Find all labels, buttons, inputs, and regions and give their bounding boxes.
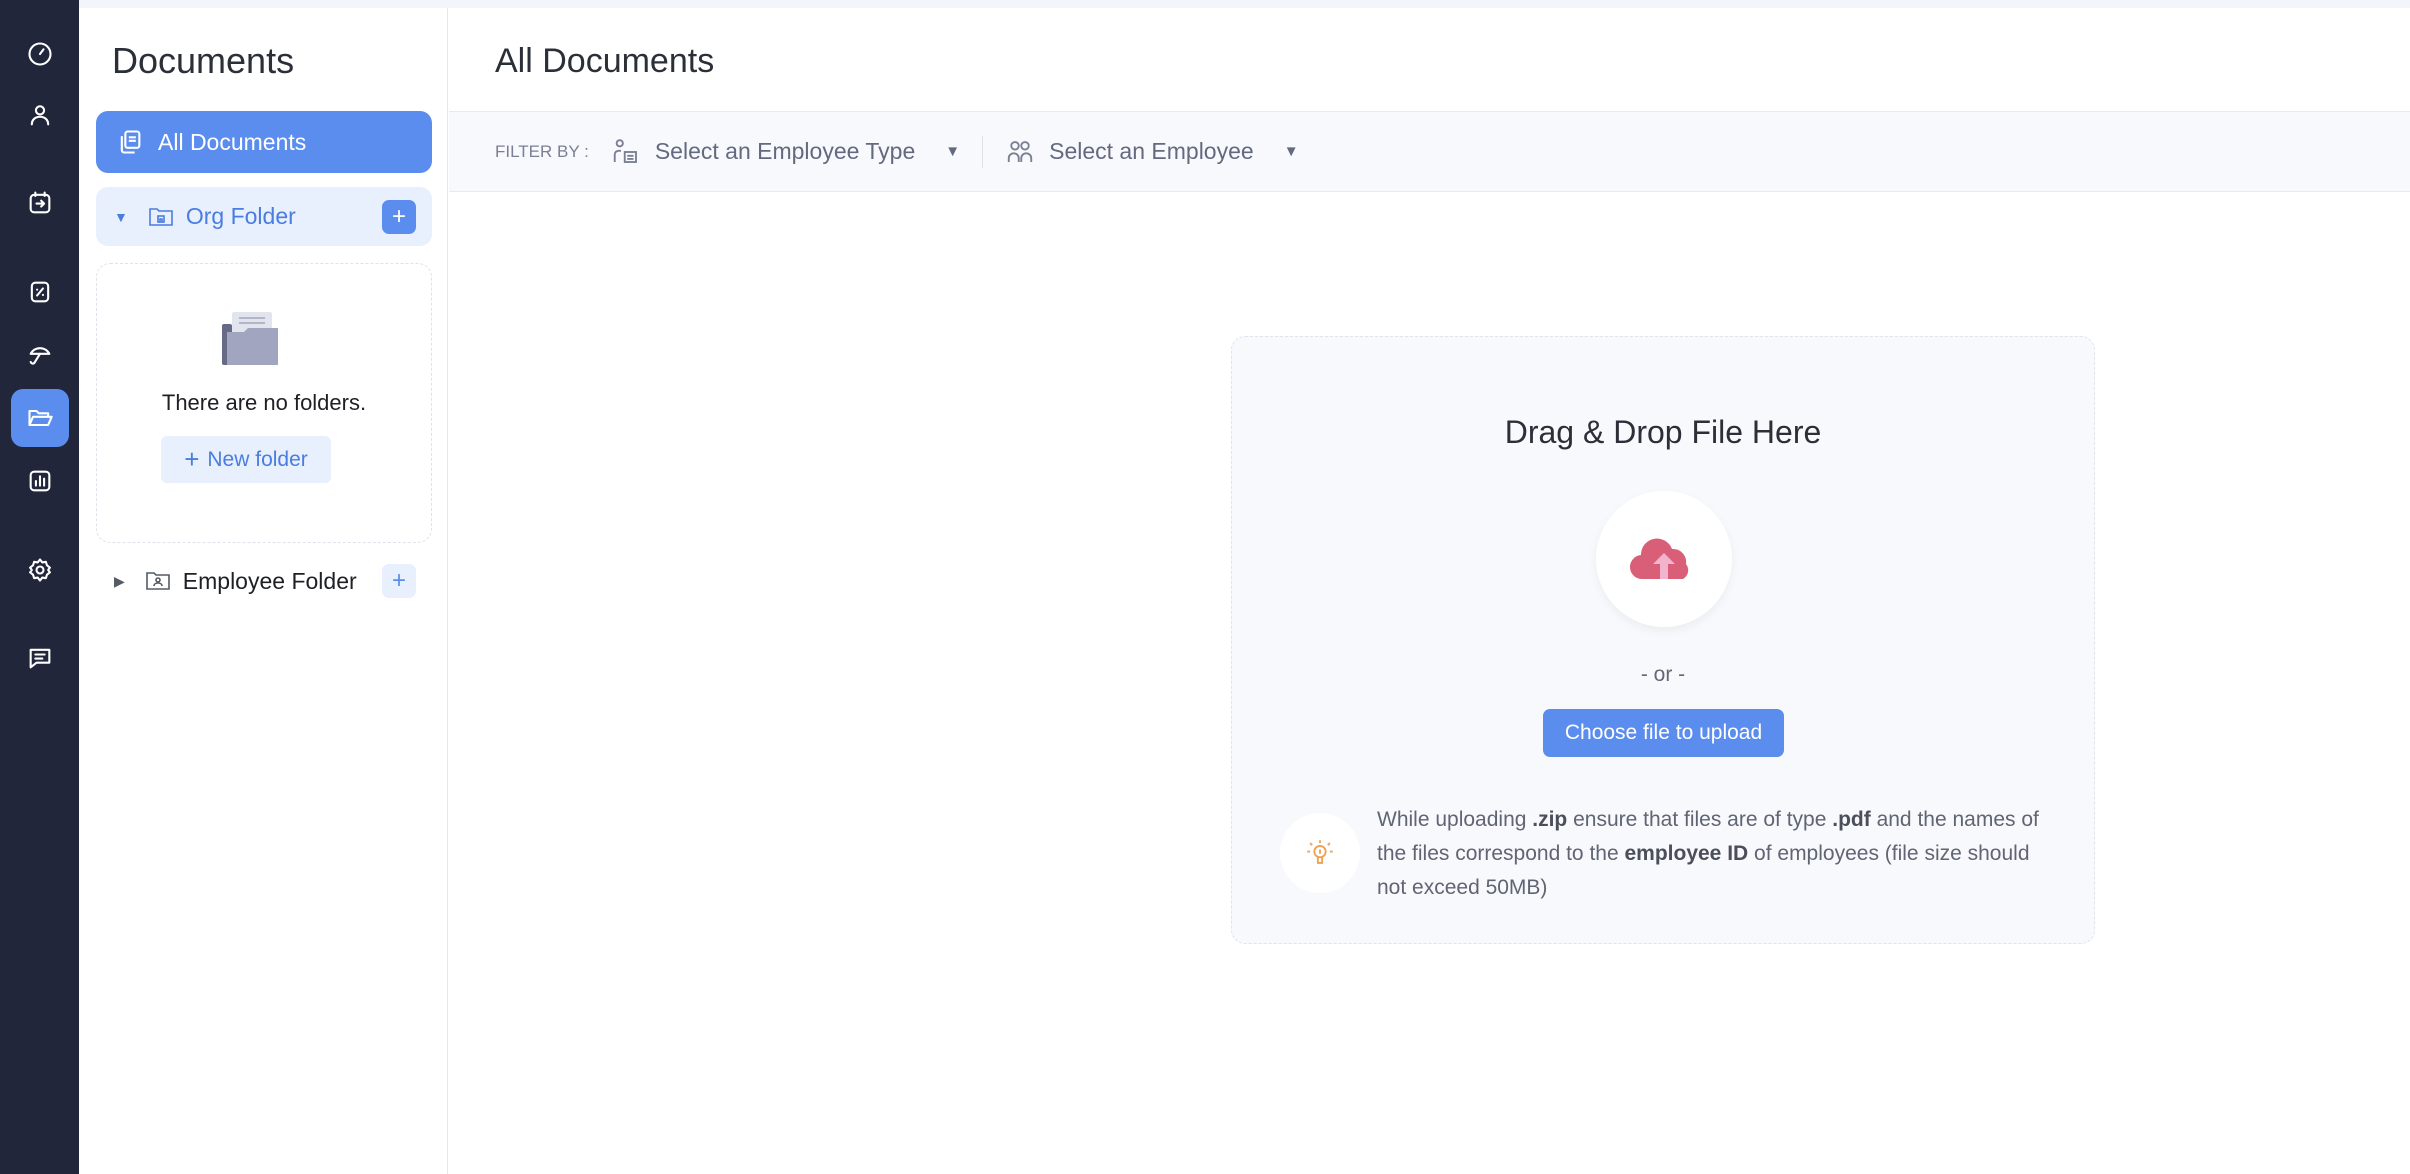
employee-placeholder: Select an Employee: [1049, 138, 1254, 164]
empty-message: There are no folders.: [161, 390, 367, 415]
upload-dropzone[interactable]: Drag & Drop File Here - or - Choose file…: [1231, 336, 2095, 944]
org-folder-label: Org Folder: [185, 203, 296, 229]
employee-folder-label: Employee Folder: [182, 567, 357, 594]
empty-folder-icon: [222, 312, 278, 365]
dropdown-arrow-icon: ▼: [945, 143, 961, 160]
add-employee-folder-button[interactable]: +: [382, 564, 416, 598]
user-icon: [30, 105, 50, 126]
nav-reports[interactable]: [11, 452, 69, 510]
lightbulb-icon: [1307, 840, 1333, 864]
folder-open-icon: [28, 409, 53, 427]
nav-messages[interactable]: [11, 629, 69, 687]
choose-file-button[interactable]: Choose file to upload: [1543, 709, 1784, 757]
employee-type-icon: [613, 138, 637, 163]
nav-leave[interactable]: [11, 326, 69, 384]
dropdown-arrow-icon: ▼: [1283, 143, 1299, 160]
nav-settings[interactable]: [11, 541, 69, 599]
employee-type-placeholder: Select an Employee Type: [654, 138, 916, 164]
org-folder-icon: [149, 207, 173, 226]
nav-dashboard[interactable]: [11, 25, 69, 83]
or-separator: - or -: [1640, 663, 1686, 686]
upload-info-text: While uploading .zip ensure that files a…: [1377, 808, 2039, 899]
nav-people[interactable]: [11, 86, 69, 144]
nav-documents[interactable]: [11, 389, 69, 447]
caret-right-icon[interactable]: ▶: [114, 573, 125, 590]
percent-doc-icon: [30, 281, 50, 303]
users-icon: [1007, 140, 1033, 162]
nav-attendance[interactable]: [11, 174, 69, 232]
cloud-upload-icon: [1629, 538, 1689, 580]
employee-select[interactable]: Select an Employee ▼: [1005, 137, 1299, 167]
calendar-arrow-icon: [29, 191, 51, 214]
main-content: All Documents FILTER BY : Select an Empl…: [449, 8, 2410, 1174]
filter-divider: [982, 135, 984, 168]
employee-folder-item[interactable]: ▶ Employee Folder +: [96, 553, 432, 609]
filter-label: FILTER BY :: [495, 141, 589, 161]
all-documents-item[interactable]: All Documents: [96, 111, 432, 173]
documents-panel: Documents All Documents ▼ Org Folder + T…: [79, 8, 448, 1174]
new-folder-button[interactable]: + New folder: [161, 436, 331, 483]
chat-icon: [29, 648, 51, 669]
employee-folder-icon: [145, 572, 170, 590]
caret-down-icon[interactable]: ▼: [114, 209, 128, 225]
page-title: All Documents: [495, 42, 715, 80]
dropzone-title: Drag & Drop File Here: [1504, 414, 1822, 450]
add-org-folder-button[interactable]: +: [382, 199, 416, 234]
nav-payroll[interactable]: [11, 263, 69, 321]
lightbulb-circle: [1280, 813, 1360, 893]
upload-icon-circle: [1596, 491, 1732, 627]
documents-icon: [120, 130, 141, 154]
empty-folders-box: There are no folders. + New folder: [96, 263, 432, 543]
gear-icon: [29, 558, 51, 582]
employee-type-select[interactable]: Select an Employee Type ▼: [611, 137, 960, 167]
panel-title: Documents: [112, 40, 295, 81]
gauge-icon: [28, 42, 52, 66]
new-folder-label: New folder: [207, 447, 308, 471]
umbrella-icon: [29, 347, 51, 365]
all-documents-label: All Documents: [158, 128, 307, 155]
top-strip: [0, 0, 2410, 8]
org-folder-item[interactable]: ▼ Org Folder +: [96, 187, 432, 246]
plus-icon: +: [184, 444, 200, 474]
bar-chart-icon: [29, 470, 51, 492]
left-nav: [0, 0, 79, 1174]
filter-bar: FILTER BY : Select an Employee Type ▼ Se…: [449, 111, 2410, 192]
